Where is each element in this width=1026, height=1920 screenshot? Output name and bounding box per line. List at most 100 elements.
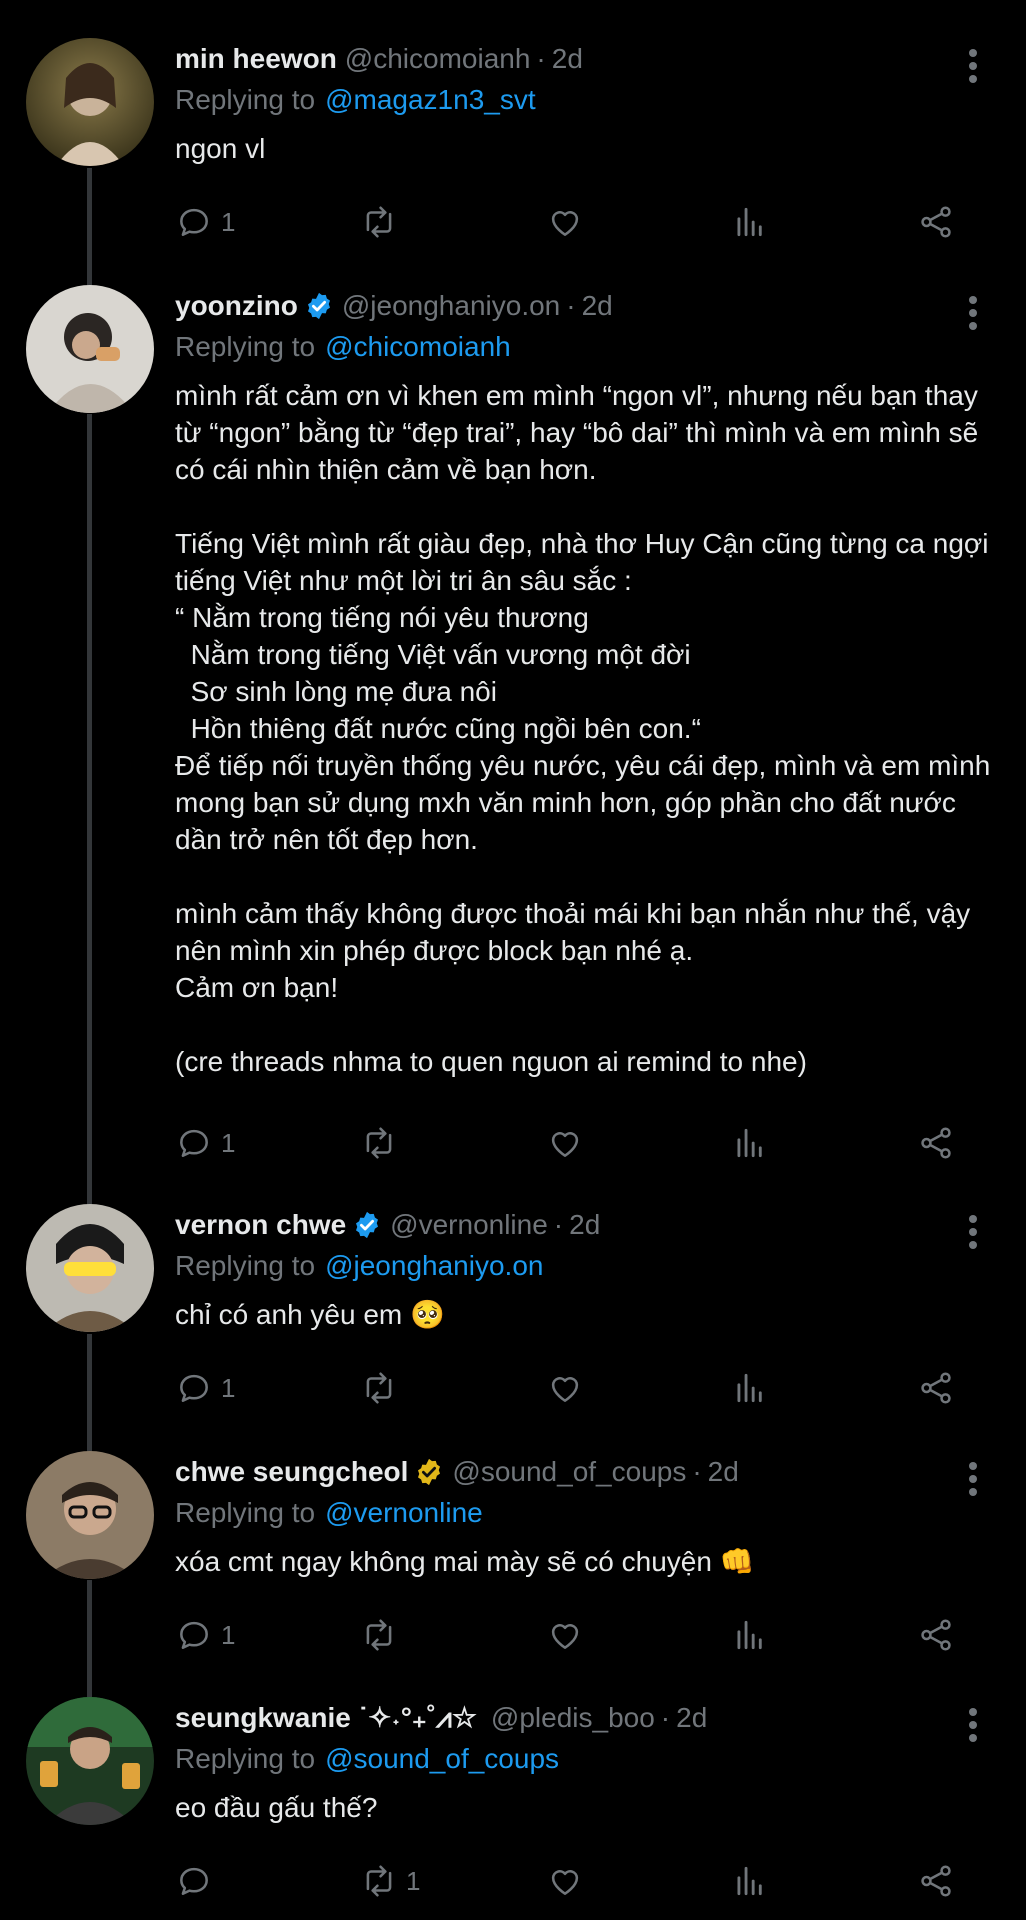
tweet-text: xóa cmt ngay không mai mày sẽ có chuyện …: [175, 1546, 755, 1577]
display-name[interactable]: seungkwanie ˙✧˖°₊˚⩘☆: [175, 1701, 477, 1735]
like-button[interactable]: [546, 1611, 584, 1659]
replying-to-label: Replying to: [175, 84, 316, 115]
heart-icon: [551, 1132, 579, 1157]
like-button[interactable]: [546, 1119, 584, 1167]
tweet-header: vernon chwe @vernonline · 2d: [175, 1204, 995, 1246]
views-icon: [737, 1128, 762, 1158]
replying-to: Replying to @sound_of_coups: [175, 1739, 995, 1779]
retweet-icon: [366, 1372, 392, 1404]
heart-icon: [551, 1624, 579, 1649]
display-name[interactable]: vernon chwe: [175, 1209, 346, 1241]
more-options-icon[interactable]: [960, 46, 986, 86]
verified-badge-icon: [356, 1211, 379, 1239]
heart-icon: [551, 1870, 579, 1895]
replying-to-link[interactable]: @chicomoianh: [325, 331, 511, 363]
reply-icon: [180, 1374, 208, 1402]
display-name[interactable]: yoonzino: [175, 290, 298, 322]
user-handle[interactable]: @vernonline: [390, 1209, 548, 1241]
retweet-button[interactable]: 1: [360, 1857, 420, 1905]
display-name[interactable]: chwe seungcheol: [175, 1456, 408, 1488]
share-icon: [921, 206, 951, 238]
tweet-text: chỉ có anh yêu em 🥺: [175, 1299, 445, 1330]
reply-count: 1: [221, 1372, 236, 1403]
reply-button[interactable]: [175, 1857, 221, 1905]
views-button[interactable]: [731, 1364, 769, 1412]
tweet-actions: 1: [175, 1119, 975, 1167]
views-icon: [737, 1866, 762, 1896]
avatar[interactable]: [26, 38, 154, 166]
tweet-text: mình rất cảm ơn vì khen em mình “ngon vl…: [175, 380, 991, 1077]
replying-to-label: Replying to: [175, 1250, 316, 1281]
timestamp[interactable]: 2d: [676, 1702, 707, 1734]
replying-to-link[interactable]: @vernonline: [325, 1497, 483, 1529]
share-button[interactable]: [917, 1611, 955, 1659]
thread-line: [87, 414, 92, 1206]
tweet-text: eo đầu gấu thế?: [175, 1792, 378, 1823]
views-button[interactable]: [731, 1611, 769, 1659]
timestamp[interactable]: 2d: [582, 290, 613, 322]
retweet-button[interactable]: [360, 1364, 406, 1412]
separator-dot: ·: [536, 43, 546, 74]
share-button[interactable]: [917, 1119, 955, 1167]
timestamp[interactable]: 2d: [569, 1209, 600, 1241]
thread-line: [87, 168, 92, 288]
timestamp[interactable]: 2d: [708, 1456, 739, 1488]
avatar[interactable]: [26, 1204, 154, 1332]
avatar[interactable]: [26, 285, 154, 413]
replying-to: Replying to @magaz1n3_svt: [175, 80, 995, 120]
reply-icon: [180, 1621, 208, 1649]
timestamp[interactable]: 2d: [552, 43, 583, 75]
tweet-actions: 1: [175, 1364, 975, 1412]
thread-line: [87, 1580, 92, 1700]
replying-to: Replying to @chicomoianh: [175, 327, 995, 367]
reply-count: 1: [221, 1127, 236, 1158]
replying-to: Replying to @vernonline: [175, 1493, 995, 1533]
views-icon: [737, 207, 762, 237]
views-icon: [737, 1620, 762, 1650]
reply-button[interactable]: 1: [175, 1611, 235, 1659]
separator-dot: ·: [692, 1456, 702, 1487]
retweet-icon: [366, 206, 392, 238]
more-options-icon[interactable]: [960, 1459, 986, 1499]
reply-button[interactable]: 1: [175, 1364, 235, 1412]
tweet-actions: 1: [175, 1857, 975, 1905]
share-button[interactable]: [917, 198, 955, 246]
user-handle[interactable]: @sound_of_coups: [452, 1456, 686, 1488]
more-options-icon[interactable]: [960, 1212, 986, 1252]
views-button[interactable]: [731, 198, 769, 246]
user-handle[interactable]: @chicomoianh: [345, 43, 531, 75]
avatar[interactable]: [26, 1697, 154, 1825]
share-button[interactable]: [917, 1857, 955, 1905]
like-button[interactable]: [546, 198, 584, 246]
display-name[interactable]: min heewon: [175, 43, 337, 75]
separator-dot: ·: [566, 290, 576, 321]
reply-button[interactable]: 1: [175, 1119, 235, 1167]
views-button[interactable]: [731, 1857, 769, 1905]
separator-dot: ·: [660, 1702, 671, 1733]
like-button[interactable]: [546, 1364, 584, 1412]
user-handle[interactable]: @jeonghaniyo.on: [342, 290, 560, 322]
more-options-icon[interactable]: [960, 1705, 986, 1745]
views-icon: [737, 1373, 762, 1403]
share-button[interactable]: [917, 1364, 955, 1412]
views-button[interactable]: [731, 1119, 769, 1167]
retweet-button[interactable]: [360, 198, 406, 246]
avatar[interactable]: [26, 1451, 154, 1579]
more-options-icon[interactable]: [960, 293, 986, 333]
reply-button[interactable]: 1: [175, 198, 235, 246]
replying-to-link[interactable]: @magaz1n3_svt: [325, 84, 536, 116]
share-icon: [921, 1372, 951, 1404]
reply-count: 1: [221, 1619, 236, 1650]
retweet-button[interactable]: [360, 1119, 406, 1167]
retweet-icon: [366, 1865, 392, 1897]
like-button[interactable]: [546, 1857, 584, 1905]
retweet-button[interactable]: [360, 1611, 406, 1659]
replying-to-link[interactable]: @sound_of_coups: [325, 1743, 559, 1775]
tweet-header: seungkwanie ˙✧˖°₊˚⩘☆ @pledis_boo · 2d: [175, 1697, 995, 1739]
tweet-text: ngon vl: [175, 133, 266, 164]
share-icon: [921, 1865, 951, 1897]
reply-count: 1: [221, 206, 236, 237]
replying-to-link[interactable]: @jeonghaniyo.on: [325, 1250, 543, 1282]
user-handle[interactable]: @pledis_boo: [491, 1702, 655, 1734]
thread-line: [87, 1334, 92, 1454]
